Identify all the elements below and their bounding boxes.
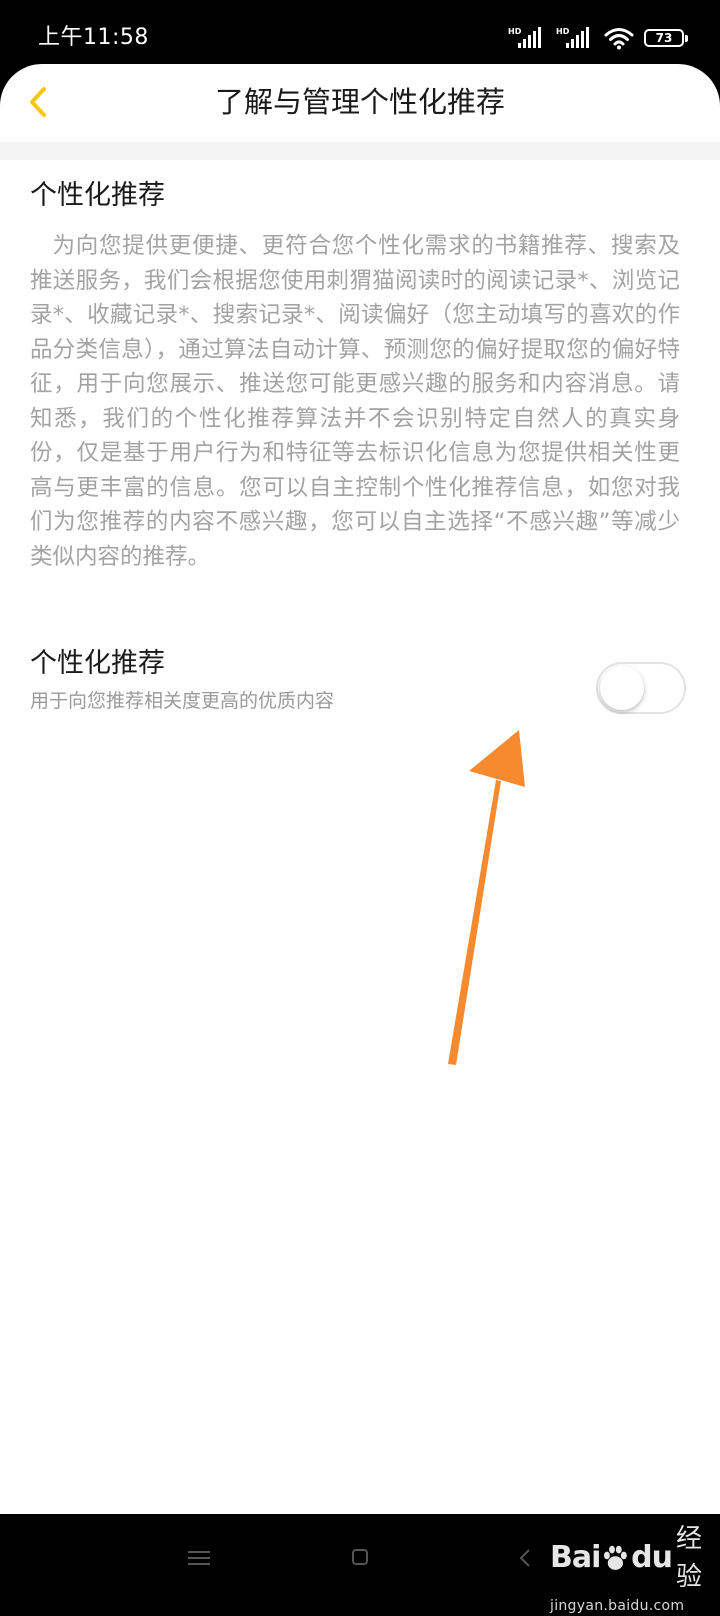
system-nav-bar: Bai du 经验 jingyan.baidu.com — [0, 1514, 720, 1614]
watermark-logo-right: du — [631, 1540, 673, 1575]
status-icons: HD HD 73 — [508, 26, 688, 50]
top-nav: 了解与管理个性化推荐 — [0, 64, 720, 140]
toggle-knob — [600, 666, 644, 710]
setting-title: 个性化推荐 — [30, 648, 165, 679]
back-icon[interactable] — [518, 1548, 532, 1568]
settings-page: 了解与管理个性化推荐 个性化推荐 为向您提供更便捷、更符合您个性化需求的书籍推荐… — [0, 64, 720, 1514]
watermark-chinese: 经验 — [676, 1524, 703, 1592]
signal-icon: HD — [556, 26, 594, 50]
section-divider — [0, 142, 720, 160]
menu-icon[interactable] — [188, 1551, 210, 1565]
description-text: 为向您提供更便捷、更符合您个性化需求的书籍推荐、搜索及推送服务，我们会根据您使用… — [30, 233, 680, 570]
status-bar: 上午11:58 HD HD 73 — [0, 0, 720, 64]
personalized-recommendation-toggle[interactable] — [596, 662, 686, 714]
wifi-icon — [604, 28, 634, 50]
home-icon[interactable] — [352, 1549, 368, 1565]
signal-icon: HD — [508, 26, 546, 50]
watermark-logo-left: Bai — [550, 1540, 601, 1575]
watermark-url: jingyan.baidu.com — [550, 1598, 685, 1614]
section-title: 个性化推荐 — [30, 180, 165, 211]
baidu-watermark: Bai du 经验 jingyan.baidu.com — [550, 1520, 720, 1614]
paw-icon — [604, 1545, 628, 1570]
setting-subtitle: 用于向您推荐相关度更高的优质内容 — [30, 690, 335, 712]
status-time: 上午11:58 — [38, 25, 149, 50]
battery-icon: 73 — [644, 29, 688, 47]
page-title: 了解与管理个性化推荐 — [214, 85, 505, 119]
battery-level: 73 — [655, 31, 673, 45]
